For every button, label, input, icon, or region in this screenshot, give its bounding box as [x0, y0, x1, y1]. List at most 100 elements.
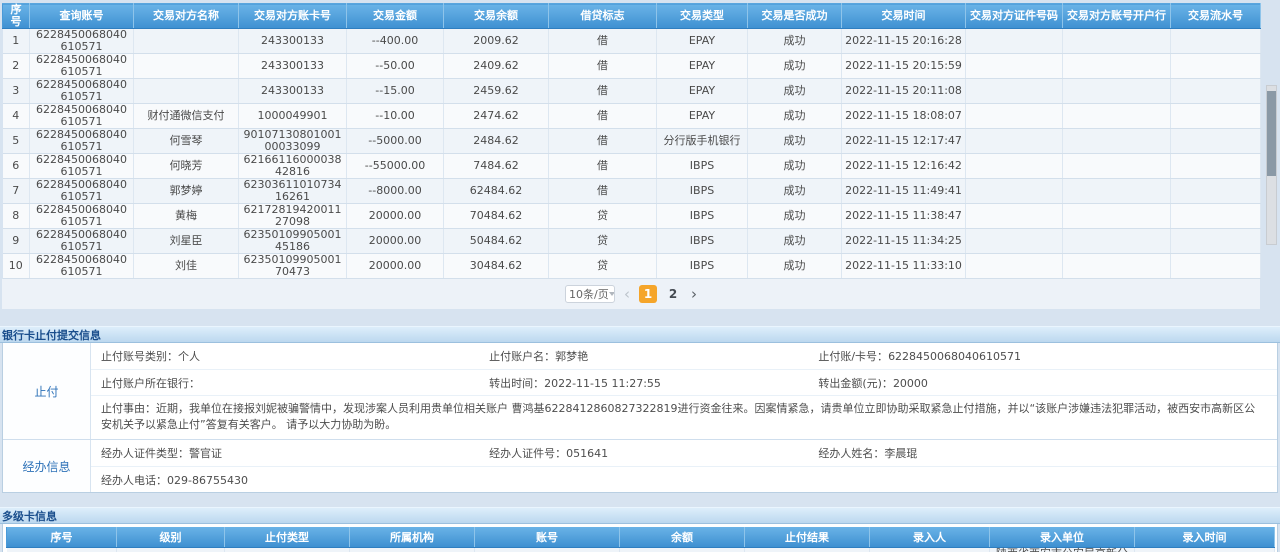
table-cell [966, 104, 1063, 129]
table-cell [966, 204, 1063, 229]
column-header: 交易金额 [347, 4, 444, 29]
table-cell: 成功 [748, 179, 842, 204]
table-cell: 2022-11-15 20:11:08 [842, 79, 966, 104]
page-button-1[interactable]: 1 [639, 285, 657, 303]
table-cell: --15.00 [347, 79, 444, 104]
table-cell: 6228412860827322819 [475, 547, 620, 552]
stop-payment-group: 止付 止付账号类别：个人 止付账户名：郭梦艳 止付账/卡号：6228450068… [3, 343, 1277, 439]
table-cell: 成功 [748, 229, 842, 254]
column-header: 序号 [3, 4, 30, 29]
agent-group-label: 经办信息 [3, 440, 91, 492]
table-cell: 50484.62 [444, 229, 549, 254]
table-cell [620, 547, 745, 552]
table-cell: 借 [549, 54, 657, 79]
table-cell: EPAY [657, 79, 748, 104]
table-cell [1171, 204, 1261, 229]
table-cell: 2 [3, 54, 30, 79]
table-cell: 2022-11-15 11:38:47 [842, 204, 966, 229]
table-cell [1171, 179, 1261, 204]
table-row: 66228450068040610571何晓芳62166116000038428… [3, 154, 1261, 179]
table-cell: 9010713080100100033099 [239, 129, 347, 154]
table-cell: 1 [7, 547, 117, 552]
table-cell: 借 [549, 104, 657, 129]
table-cell: 243300133 [239, 54, 347, 79]
table-cell [966, 29, 1063, 54]
table-cell [966, 129, 1063, 154]
table-cell: 2022-11-15 20:16:28 [842, 29, 966, 54]
table-cell [966, 229, 1063, 254]
column-header: 交易流水号 [1171, 4, 1261, 29]
scrollbar-thumb[interactable] [1267, 91, 1276, 176]
table-cell: 70484.62 [444, 204, 549, 229]
table-row: 16228450068040610571243300133--400.00200… [3, 29, 1261, 54]
table-cell: 成功 [748, 79, 842, 104]
chevron-down-icon [609, 292, 615, 296]
table-cell: 财付通微信支付 [134, 104, 239, 129]
column-header: 止付结果 [745, 527, 870, 547]
table-cell: 6228450068040610571 [30, 154, 134, 179]
table-row: 86228450068040610571黄梅621728194200112709… [3, 204, 1261, 229]
table-cell: 成功 [748, 204, 842, 229]
field-stop-reason: 止付事由：近期，我单位在接报刘妮被骗警情中，发现涉案人员利用贵单位相关账户 曹鸿… [91, 395, 1277, 439]
table-row: 1一级第三方止付中国农业银行6228412860827322819成功李晨琨陕西… [7, 547, 1275, 552]
multi-card-table: 序号级别止付类型所属机构账号余额止付结果录入人录入单位录入时间 1一级第三方止付… [6, 527, 1275, 552]
table-cell: 6228450068040610571 [30, 29, 134, 54]
table-cell [134, 29, 239, 54]
table-cell: 借 [549, 179, 657, 204]
page-size-select[interactable]: 10条/页 [565, 285, 615, 303]
table-cell: 2022-11-16 03:40:51 [1135, 547, 1275, 552]
table-cell: 贷 [549, 204, 657, 229]
next-page-icon[interactable]: › [691, 285, 697, 303]
table-cell: 李晨琨 [870, 547, 990, 552]
multi-card-header-row: 序号级别止付类型所属机构账号余额止付结果录入人录入单位录入时间 [7, 527, 1275, 547]
table-cell [134, 54, 239, 79]
table-cell: 黄梅 [134, 204, 239, 229]
table-cell: 成功 [748, 54, 842, 79]
table-cell: 成功 [748, 154, 842, 179]
column-header: 交易对方证件号码 [966, 4, 1063, 29]
table-cell: 成功 [748, 254, 842, 279]
table-cell: 2022-11-15 11:49:41 [842, 179, 966, 204]
table-cell: --50.00 [347, 54, 444, 79]
table-cell: 6216611600003842816 [239, 154, 347, 179]
column-header: 交易对方账卡号 [239, 4, 347, 29]
table-cell: 贷 [549, 229, 657, 254]
table-cell [1063, 104, 1171, 129]
column-header: 借贷标志 [549, 4, 657, 29]
table-cell [1063, 129, 1171, 154]
field-stop-category: 止付账号类别：个人 [101, 348, 489, 364]
table-cell: 借 [549, 129, 657, 154]
prev-page-icon[interactable]: ‹ [624, 285, 630, 303]
table-cell: 6228450068040610571 [30, 104, 134, 129]
table-cell: 借 [549, 29, 657, 54]
table-cell: 10 [3, 254, 30, 279]
page-button-2[interactable]: 2 [664, 285, 682, 303]
table-cell: 6235010990500145186 [239, 229, 347, 254]
vertical-scrollbar[interactable] [1266, 85, 1277, 245]
table-cell: 一级 [117, 547, 225, 552]
table-cell: 8 [3, 204, 30, 229]
table-cell: --400.00 [347, 29, 444, 54]
field-stop-account-name: 止付账户名：郭梦艳 [489, 348, 818, 364]
transactions-header-row: 序号查询账号交易对方名称交易对方账卡号交易金额交易余额借贷标志交易类型交易是否成… [3, 4, 1261, 29]
table-cell: 借 [549, 79, 657, 104]
table-cell: 分行版手机银行 [657, 129, 748, 154]
column-header: 账号 [475, 527, 620, 547]
table-cell [1063, 204, 1171, 229]
table-cell: 6228450068040610571 [30, 79, 134, 104]
field-transfer-time: 转出时间：2022-11-15 11:27:55 [489, 375, 818, 391]
stop-payment-panel: 止付 止付账号类别：个人 止付账户名：郭梦艳 止付账/卡号：6228450068… [2, 343, 1278, 493]
stop-payment-group-label: 止付 [3, 343, 91, 439]
transactions-table: 序号查询账号交易对方名称交易对方账卡号交易金额交易余额借贷标志交易类型交易是否成… [2, 3, 1261, 279]
table-cell: 2022-11-15 11:34:25 [842, 229, 966, 254]
table-row: 46228450068040610571财付通微信支付1000049901--1… [3, 104, 1261, 129]
column-header: 序号 [7, 527, 117, 547]
column-header: 查询账号 [30, 4, 134, 29]
table-cell: 中国农业银行 [350, 547, 475, 552]
page-size-label: 10条/页 [569, 286, 609, 302]
table-cell: 20000.00 [347, 229, 444, 254]
stop-payment-section-title: 银行卡止付提交信息 [0, 326, 1280, 343]
field-agent-cert-type: 经办人证件类型：警官证 [101, 445, 489, 461]
table-cell: 6228450068040610571 [30, 254, 134, 279]
agent-info-group: 经办信息 经办人证件类型：警官证 经办人证件号：051641 经办人姓名：李晨琨… [3, 439, 1277, 492]
